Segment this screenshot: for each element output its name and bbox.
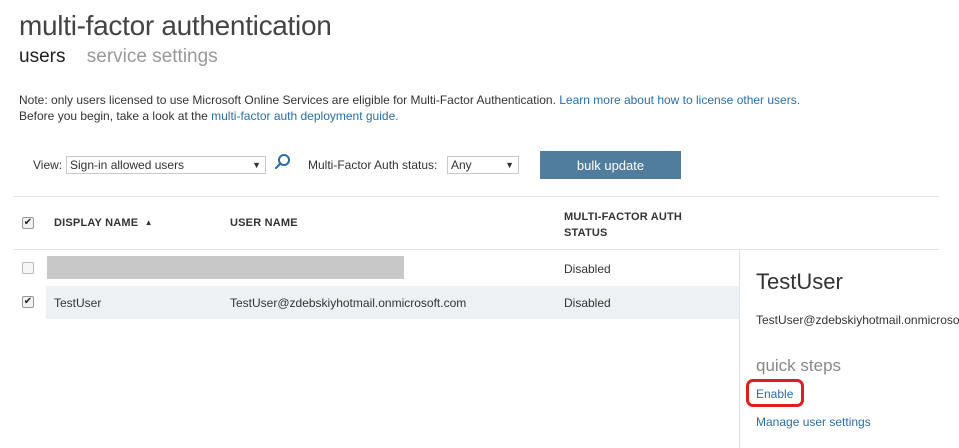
note-text-1: Note: only users licensed to use Microso… bbox=[19, 93, 560, 107]
redacted-user-info bbox=[47, 256, 404, 279]
tab-service-settings[interactable]: service settings bbox=[87, 46, 218, 67]
bulk-update-button[interactable]: bulk update bbox=[540, 151, 681, 179]
license-info-link[interactable]: Learn more about how to license other us… bbox=[559, 93, 800, 107]
dropdown-arrow-icon: ▼ bbox=[252, 160, 261, 170]
mfa-header-line-2: STATUS bbox=[564, 227, 608, 239]
row-user-name: TestUser@zdebskiyhotmail.onmicrosoft.com bbox=[230, 296, 467, 310]
panel-user-name: TestUser bbox=[756, 269, 843, 294]
mfa-status-select-value: Any bbox=[451, 158, 472, 172]
deployment-guide-link[interactable]: multi-factor auth deployment guide. bbox=[211, 109, 398, 123]
column-header-user-name[interactable]: USER NAME bbox=[230, 217, 298, 229]
sort-ascending-icon: ▲ bbox=[144, 218, 153, 227]
display-name-header-label: DISPLAY NAME bbox=[54, 217, 139, 229]
page-title: multi-factor authentication bbox=[19, 10, 332, 41]
search-icon[interactable] bbox=[274, 153, 292, 171]
row-mfa-status: Disabled bbox=[564, 262, 611, 276]
dropdown-arrow-icon: ▼ bbox=[505, 160, 514, 170]
manage-user-settings-link[interactable]: Manage user settings bbox=[756, 415, 871, 429]
tab-bar: users service settings bbox=[19, 46, 218, 68]
panel-user-email: TestUser@zdebskiyhotmail.onmicrosoft.com bbox=[756, 313, 959, 327]
row-checkbox[interactable] bbox=[22, 262, 34, 274]
row-mfa-status: Disabled bbox=[564, 296, 611, 310]
column-header-display-name[interactable]: DISPLAY NAME ▲ bbox=[54, 217, 153, 229]
note-text-2: Before you begin, take a look at the bbox=[19, 109, 212, 123]
enable-link[interactable]: Enable bbox=[756, 387, 793, 401]
note-line-2: Before you begin, take a look at the mul… bbox=[19, 108, 800, 124]
tab-users[interactable]: users bbox=[19, 46, 65, 67]
mfa-status-select[interactable]: Any ▼ bbox=[447, 156, 519, 174]
view-select[interactable]: Sign-in allowed users ▼ bbox=[66, 156, 266, 174]
mfa-status-label: Multi-Factor Auth status: bbox=[308, 158, 438, 172]
row-checkbox[interactable]: ✔ bbox=[22, 296, 34, 308]
quick-steps-heading: quick steps bbox=[756, 356, 842, 375]
view-select-value: Sign-in allowed users bbox=[70, 158, 185, 172]
user-details-panel: TestUser TestUser@zdebskiyhotmail.onmicr… bbox=[739, 250, 959, 448]
mfa-header-line-1: MULTI-FACTOR AUTH bbox=[564, 211, 683, 223]
license-note: Note: only users licensed to use Microso… bbox=[19, 92, 800, 124]
note-line-1: Note: only users licensed to use Microso… bbox=[19, 92, 800, 108]
view-label: View: bbox=[33, 158, 63, 172]
select-all-checkbox[interactable]: ✔ bbox=[22, 217, 34, 229]
column-header-mfa-status[interactable]: MULTI-FACTOR AUTH STATUS bbox=[564, 209, 682, 241]
table-top-divider bbox=[14, 196, 939, 197]
row-display-name: TestUser bbox=[54, 296, 102, 310]
